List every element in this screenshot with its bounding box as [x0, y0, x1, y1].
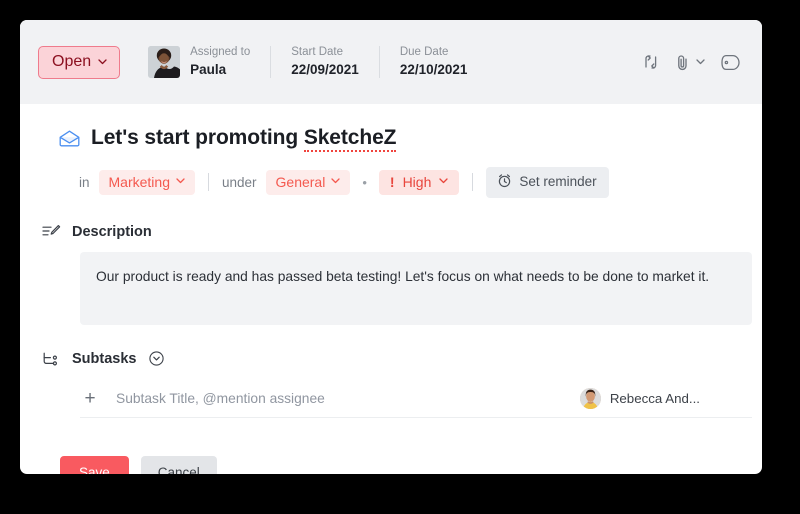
- alarm-clock-icon: [497, 173, 512, 191]
- task-title-row: Let's start promoting SketcheZ: [59, 126, 740, 152]
- chevron-down-icon: [331, 177, 340, 187]
- task-title-misspelled: SketcheZ: [303, 126, 396, 152]
- project-label: Marketing: [108, 173, 170, 190]
- dot-separator: •: [362, 174, 367, 190]
- chevron-down-icon: [98, 57, 107, 68]
- status-label: Open: [52, 52, 92, 70]
- priority-label: High: [402, 173, 432, 190]
- form-actions: Save Cancel: [60, 455, 740, 474]
- set-reminder-button[interactable]: Set reminder: [486, 167, 609, 198]
- page-title[interactable]: Let's start promoting SketcheZ: [91, 126, 396, 152]
- priority-dropdown[interactable]: ! High: [378, 169, 460, 195]
- description-edit-icon: [42, 224, 61, 240]
- list-label: General: [275, 173, 326, 190]
- avatar: [148, 45, 181, 78]
- description-section-header: Description: [42, 224, 740, 240]
- task-detail-card: Open Assigned to Paula Start Date 22/09/…: [20, 20, 762, 474]
- chevron-down-icon: [439, 177, 449, 187]
- divider: [378, 46, 380, 78]
- due-date-block[interactable]: Due Date 22/10/2021: [400, 45, 468, 79]
- attachment-icon[interactable]: [676, 54, 690, 71]
- start-date-value: 22/09/2021: [291, 61, 359, 77]
- assignee-label: Assigned to: [190, 46, 251, 59]
- divider: [472, 173, 474, 192]
- header-actions: [643, 54, 740, 71]
- divider: [270, 46, 272, 78]
- subtask-title-input[interactable]: Subtask Title, @mention assignee: [116, 391, 580, 406]
- task-title-text: Let's start promoting: [91, 126, 304, 149]
- assignee-text: Assigned to Paula: [190, 45, 250, 79]
- avatar: [579, 387, 601, 409]
- task-body: Let's start promoting SketcheZ in Market…: [20, 104, 762, 474]
- subtask-add-row: + Subtask Title, @mention assignee Rebec…: [80, 380, 752, 418]
- divider: [207, 173, 209, 192]
- plus-icon[interactable]: +: [80, 389, 100, 408]
- tag-icon[interactable]: [721, 54, 740, 71]
- cancel-button[interactable]: Cancel: [140, 455, 217, 474]
- assignee-value: Paula: [190, 61, 227, 77]
- subtask-branch-icon: [42, 351, 61, 367]
- project-dropdown[interactable]: Marketing: [98, 169, 195, 195]
- open-envelope-icon: [59, 130, 80, 147]
- task-header: Open Assigned to Paula Start Date 22/09/…: [20, 20, 762, 104]
- subtask-assignee[interactable]: Rebecca And...: [579, 387, 752, 409]
- start-date-label: Start Date: [291, 46, 344, 59]
- priority-exclamation-icon: !: [389, 173, 395, 190]
- chevron-down-icon[interactable]: [696, 56, 705, 68]
- subtasks-heading: Subtasks: [72, 350, 137, 367]
- status-dropdown-open[interactable]: Open: [38, 45, 121, 79]
- due-date-value: 22/10/2021: [399, 61, 468, 77]
- due-date-label: Due Date: [399, 46, 449, 59]
- description-text[interactable]: Our product is ready and has passed beta…: [80, 251, 752, 325]
- start-date-block[interactable]: Start Date 22/09/2021: [291, 45, 359, 79]
- assignee-block[interactable]: Assigned to Paula: [148, 45, 250, 79]
- list-dropdown[interactable]: General: [265, 169, 351, 195]
- description-heading: Description: [72, 223, 152, 240]
- save-button[interactable]: Save: [60, 455, 129, 474]
- recurrence-icon[interactable]: [643, 54, 660, 70]
- subtasks-section-header: Subtasks: [42, 351, 740, 367]
- set-reminder-label: Set reminder: [519, 174, 597, 189]
- subtask-assignee-name: Rebecca And...: [609, 390, 700, 406]
- chevron-down-icon: [176, 177, 185, 187]
- attachment-group[interactable]: [676, 54, 705, 71]
- in-label: in: [79, 174, 90, 190]
- chevron-down-circle-icon[interactable]: [149, 351, 165, 366]
- task-meta-row: in Marketing under General • ! High Set …: [79, 167, 740, 198]
- under-label: under: [221, 174, 257, 190]
